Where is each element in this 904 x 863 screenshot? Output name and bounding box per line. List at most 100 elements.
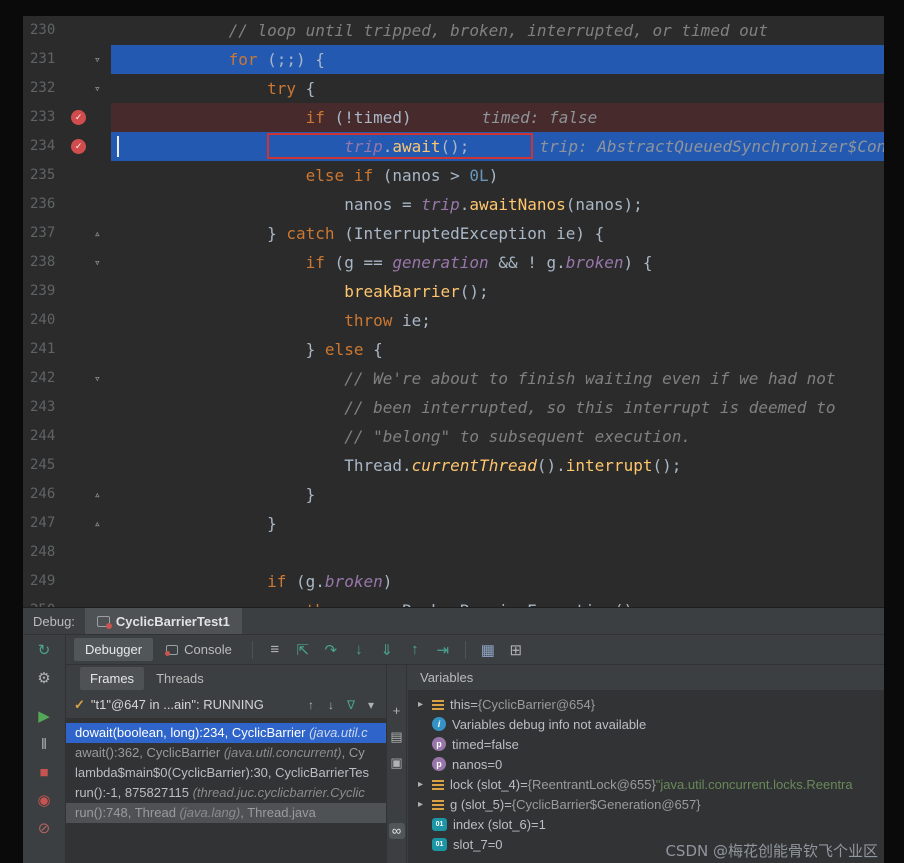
tab-frames[interactable]: Frames [80,666,145,690]
code-line-236[interactable]: 236 nanos = trip.awaitNanos(nanos); [23,190,884,219]
code-line-238[interactable]: 238 ▿ if (g == generation && ! g.broken) … [23,248,884,277]
stack-frame-row[interactable]: lambda$main$0(CyclicBarrier):30, CyclicB… [66,763,386,783]
line-number[interactable]: 232 [30,74,55,103]
stack-frame-row[interactable]: run():-1, 875827115 (thread.juc.cyclicba… [66,783,386,803]
code-line-235[interactable]: 235 else if (nanos > 0L) [23,161,884,190]
fold-marker-icon[interactable]: ▿ [94,45,101,74]
step-into-icon[interactable]: ↓ [346,641,372,658]
stack-frame-row[interactable]: dowait(boolean, long):234, CyclicBarrier… [66,723,386,743]
variable-row[interactable]: ▸ this = {CyclicBarrier@654} [408,694,884,714]
resume-icon[interactable]: ▶ [33,705,55,727]
line-number[interactable]: 231 [30,45,55,74]
show-execution-point-icon[interactable]: ⇱ [290,641,316,659]
frame-down-icon[interactable]: ↓ [324,698,338,712]
fold-marker-icon[interactable]: ▵ [94,509,101,538]
expand-chevron-icon[interactable]: ▸ [418,699,432,710]
line-number[interactable]: 246 [30,480,55,509]
line-number[interactable]: 242 [30,364,55,393]
restore-layout-icon[interactable]: ≡ [262,641,288,658]
code-line-245[interactable]: 245 Thread.currentThread().interrupt(); [23,451,884,480]
variable-row[interactable]: p timed = false [408,734,884,754]
fold-marker-icon[interactable]: ▿ [94,74,101,103]
code-line-232[interactable]: 232 ▿ try { [23,74,884,103]
code-line-241[interactable]: 241 } else { [23,335,884,364]
step-out-icon[interactable]: ↑ [402,641,428,658]
line-number[interactable]: 239 [30,277,55,306]
rerun-icon[interactable]: ↻ [33,639,55,661]
watch-list-icon[interactable]: ▤ [389,729,405,745]
line-number[interactable]: 237 [30,219,55,248]
watermark: CSDN @梅花创能骨钦飞个业区 [665,842,878,860]
line-number[interactable]: 250 [30,596,55,607]
line-number[interactable]: 247 [30,509,55,538]
line-number[interactable]: 233 [30,103,55,132]
expand-chevron-icon[interactable]: ▸ [418,799,432,810]
breakpoint-icon[interactable]: ✓ [71,110,86,125]
line-number[interactable]: 241 [30,335,55,364]
line-number[interactable]: 243 [30,393,55,422]
code-line-230[interactable]: 230 // loop until tripped, broken, inter… [23,16,884,45]
variable-row[interactable]: i Variables debug info not available [408,714,884,734]
code-text: throw ie; [344,311,431,330]
thread-dropdown-icon[interactable]: ▾ [364,698,378,712]
code-line-242[interactable]: 242 ▿ // We're about to finish waiting ev… [23,364,884,393]
step-over-icon[interactable]: ↷ [318,641,344,659]
copy-value-icon[interactable]: ▣ [389,755,405,771]
pause-icon[interactable]: ‖ [33,733,55,755]
breakpoint-icon[interactable]: ✓ [71,139,86,154]
text-caret [117,136,119,157]
line-number[interactable]: 244 [30,422,55,451]
line-number[interactable]: 234 [30,132,55,161]
fold-marker-icon[interactable]: ▵ [94,480,101,509]
code-line-249[interactable]: 249 if (g.broken) [23,567,884,596]
line-number[interactable]: 238 [30,248,55,277]
evaluate-infinity-icon[interactable]: ∞ [388,823,405,839]
layout-settings-icon[interactable]: ⊞ [503,641,529,659]
variable-row[interactable]: 01 index (slot_6) = 1 [408,814,884,834]
line-number[interactable]: 240 [30,306,55,335]
line-number[interactable]: 235 [30,161,55,190]
code-line-233[interactable]: 233 ✓ if (!timed) timed: false [23,103,884,132]
editor[interactable]: 230 // loop until tripped, broken, inter… [23,16,884,607]
line-number[interactable]: 249 [30,567,55,596]
code-line-248[interactable]: 248 [23,538,884,567]
debug-session-tab[interactable]: CyclicBarrierTest1 [84,608,242,634]
filter-frames-icon[interactable]: ∇ [344,698,358,712]
tab-console[interactable]: Console [155,638,243,661]
code-line-239[interactable]: 239 breakBarrier(); [23,277,884,306]
stop-icon[interactable]: ■ [33,761,55,783]
code-line-243[interactable]: 243 // been interrupted, so this interru… [23,393,884,422]
run-to-cursor-icon[interactable]: ⇥ [430,641,456,659]
code-line-237[interactable]: 237 ▵ } catch (InterruptedException ie) { [23,219,884,248]
fold-marker-icon[interactable]: ▿ [94,364,101,393]
mute-breakpoints-icon[interactable]: ⊘ [33,817,55,839]
code-line-231[interactable]: 231 ▿ for (;;) { [23,45,884,74]
thread-selector[interactable]: ✓ "t1"@647 in ...ain": RUNNING ↑ ↓ ∇ ▾ [66,691,386,719]
wrench-icon[interactable]: ⚙ [33,667,55,689]
frame-up-icon[interactable]: ↑ [304,698,318,712]
line-number[interactable]: 248 [30,538,55,567]
stack-frame-row[interactable]: run():748, Thread (java.lang), Thread.ja… [66,803,386,823]
tab-threads[interactable]: Threads [146,667,214,690]
view-breakpoints-icon[interactable]: ◉ [33,789,55,811]
line-number[interactable]: 230 [30,16,55,45]
code-line-234[interactable]: 234 ✓ trip.await(); trip: AbstractQueuedSy… [23,132,884,161]
variable-row[interactable]: p nanos = 0 [408,754,884,774]
tab-debugger[interactable]: Debugger [74,638,154,661]
code-line-247[interactable]: 247 ▵ } [23,509,884,538]
fold-marker-icon[interactable]: ▿ [94,248,101,277]
variable-row[interactable]: ▸ lock (slot_4) = {ReentrantLock@655} "ja… [408,774,884,794]
expand-chevron-icon[interactable]: ▸ [418,779,432,790]
line-number[interactable]: 236 [30,190,55,219]
add-watch-icon[interactable]: + [389,703,405,719]
code-line-240[interactable]: 240 throw ie; [23,306,884,335]
code-line-246[interactable]: 246 ▵ } [23,480,884,509]
fold-marker-icon[interactable]: ▵ [94,219,101,248]
stack-frame-row[interactable]: await():362, CyclicBarrier (java.util.co… [66,743,386,763]
force-step-into-icon[interactable]: ⇓ [374,641,400,659]
code-line-250[interactable]: 250 throw new BrokenBarrierException(); [23,596,884,607]
line-number[interactable]: 245 [30,451,55,480]
code-line-244[interactable]: 244 // "belong" to subsequent execution. [23,422,884,451]
variable-row[interactable]: ▸ g (slot_5) = {CyclicBarrier$Generation@… [408,794,884,814]
thread-dump-icon[interactable]: ▦ [475,641,501,659]
